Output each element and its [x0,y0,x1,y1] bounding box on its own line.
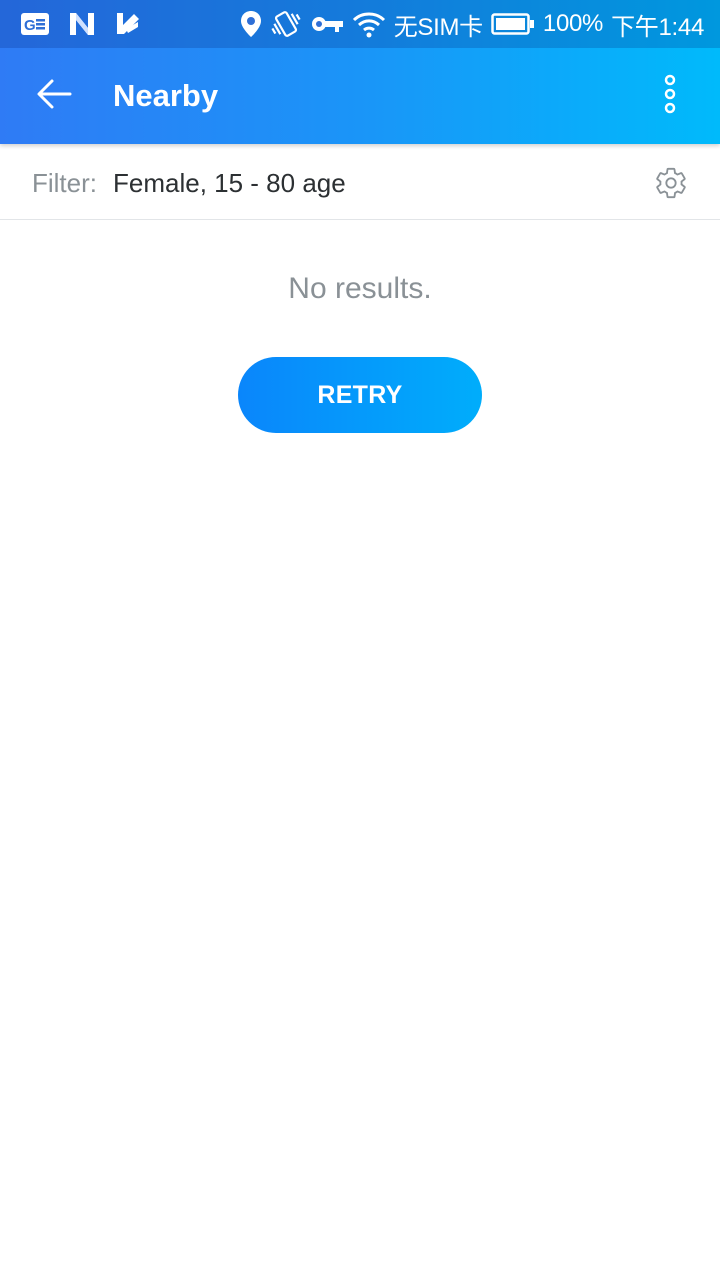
overflow-menu-button[interactable] [642,70,698,122]
battery-percentage: 100% [542,10,604,37]
wifi-icon [352,10,386,38]
checkmark-app-icon [114,11,142,37]
vibrate-icon [270,9,302,39]
more-vertical-icon [663,74,677,119]
gear-icon[interactable] [652,164,690,202]
filter-label: Filter: [32,168,97,198]
empty-state-message: No results. [288,272,432,305]
filter-row[interactable]: Filter: Female, 15 - 80 age [0,144,720,220]
clock: 下午1:44 [611,13,704,41]
sim-status-text: 无SIM卡 [393,13,483,41]
svg-text:G: G [24,17,36,34]
gmail-like-icon: G [20,12,50,36]
status-bar: G 无SIM卡 100% 下午1:44 [0,0,720,48]
retry-button[interactable]: RETRY [238,357,482,433]
arrow-left-icon [36,78,72,115]
filter-value: Female, 15 - 80 age [113,168,346,198]
page-title: Nearby [113,78,219,113]
n-app-icon [68,11,96,37]
battery-full-icon [491,12,535,36]
back-button[interactable] [28,70,80,122]
system-indicators: 无SIM卡 100% 下午1:44 [240,8,704,41]
location-pin-icon [240,10,262,38]
notification-icons: G [20,10,142,38]
toolbar: Nearby [0,48,720,144]
vpn-key-icon [310,14,344,34]
